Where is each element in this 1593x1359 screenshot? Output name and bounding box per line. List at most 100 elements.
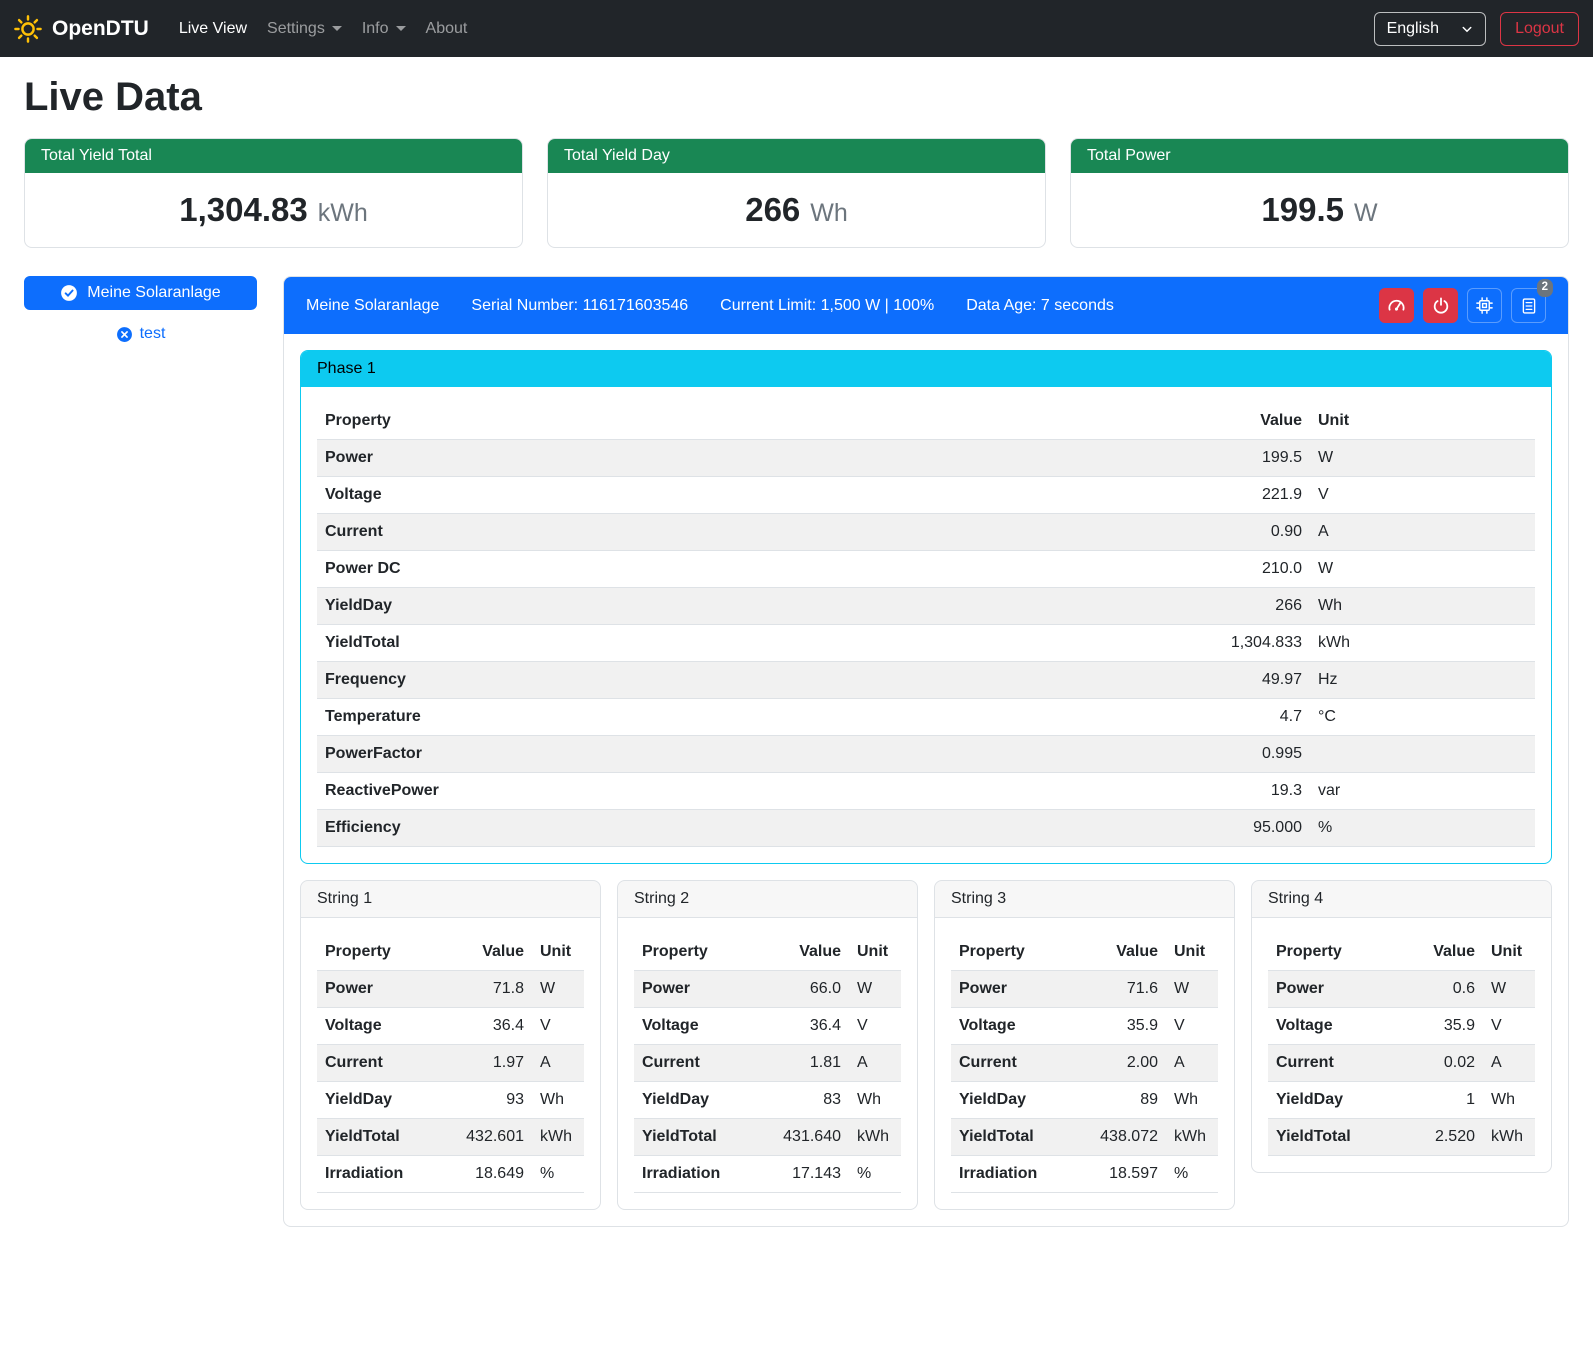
table-row: YieldDay89Wh [951,1082,1218,1119]
property-cell: Power [1268,971,1399,1008]
table-row: Current2.00A [951,1045,1218,1082]
unit-cell: kWh [849,1119,901,1156]
property-cell: Current [317,514,1190,551]
unit-cell: W [1310,551,1535,588]
caret-down-icon [332,26,342,31]
unit-cell: A [1166,1045,1218,1082]
x-circle-icon [116,326,133,343]
nav-about[interactable]: About [416,12,478,46]
navbar-right: English Logout [1374,12,1579,46]
value-cell: 95.000 [1190,810,1310,847]
string-table-wrap: Property Value Unit Power71.8WVoltage36.… [301,918,600,1209]
sidebar-item-test[interactable]: test [108,322,174,346]
table-row: Current0.02A [1268,1045,1535,1082]
property-cell: YieldDay [1268,1082,1399,1119]
nav-settings[interactable]: Settings [257,12,352,46]
table-row: YieldDay83Wh [634,1082,901,1119]
event-log-button[interactable]: 2 [1511,288,1546,323]
property-cell: YieldDay [317,1082,448,1119]
string-table-wrap: Property Value Unit Power71.6WVoltage35.… [935,918,1234,1209]
phase-table-wrap: Property Value Unit Power199.5WVoltage22… [301,387,1551,863]
table-row: Power71.6W [951,971,1218,1008]
value-cell: 266 [1190,588,1310,625]
table-row: Current1.97A [317,1045,584,1082]
phase-table-body: Power199.5WVoltage221.9VCurrent0.90APowe… [317,440,1535,847]
caret-down-icon [1461,23,1473,35]
summary-card-title: Total Yield Day [548,139,1045,173]
table-row: YieldTotal432.601kWh [317,1119,584,1156]
string-card-4: String 4 Property Value Unit [1251,880,1552,1173]
value-cell: 1.97 [448,1045,532,1082]
brand-link[interactable]: OpenDTU [14,15,149,43]
value-cell: 17.143 [765,1156,849,1193]
table-header-row: Property Value Unit [317,934,584,971]
power-button[interactable] [1423,288,1458,323]
unit-column-header: Unit [849,934,901,971]
unit-cell: kWh [1166,1119,1218,1156]
value-column-header: Value [765,934,849,971]
unit-column-header: Unit [1310,403,1535,440]
value-cell: 71.8 [448,971,532,1008]
inverter-panel-header: Meine Solaranlage Serial Number: 1161716… [284,277,1568,334]
property-column-header: Property [1268,934,1399,971]
property-cell: Voltage [1268,1008,1399,1045]
unit-cell: A [532,1045,584,1082]
nav-info[interactable]: Info [352,12,416,46]
sidebar-item-meine-solaranlage[interactable]: Meine Solaranlage [24,276,257,310]
summary-card-unit: kWh [318,199,368,227]
unit-cell: V [1166,1008,1218,1045]
events-count-badge: 2 [1537,279,1553,297]
device-info-button[interactable] [1467,288,1502,323]
value-cell: 19.3 [1190,773,1310,810]
value-cell: 1,304.833 [1190,625,1310,662]
property-cell: Frequency [317,662,1190,699]
value-cell: 4.7 [1190,699,1310,736]
unit-cell: Wh [1166,1082,1218,1119]
table-row: Irradiation17.143% [634,1156,901,1193]
value-cell: 432.601 [448,1119,532,1156]
string-table-body: Power66.0WVoltage36.4VCurrent1.81AYieldD… [634,971,901,1193]
table-row: Power71.8W [317,971,584,1008]
check-circle-icon [60,284,78,302]
sun-icon [14,15,42,43]
unit-cell: var [1310,773,1535,810]
limit-settings-button[interactable] [1379,288,1414,323]
property-cell: YieldDay [317,588,1190,625]
table-row: Current1.81A [634,1045,901,1082]
unit-cell: W [532,971,584,1008]
table-row: Voltage35.9V [951,1008,1218,1045]
caret-down-icon [396,26,406,31]
value-cell: 35.9 [1082,1008,1166,1045]
property-cell: Current [634,1045,765,1082]
table-row: Voltage36.4V [634,1008,901,1045]
property-cell: Irradiation [634,1156,765,1193]
property-cell: Power [317,971,448,1008]
value-cell: 93 [448,1082,532,1119]
string-table: Property Value Unit Power71.8WVoltage36.… [317,934,584,1193]
summary-card-value: 199.5 [1261,191,1344,228]
unit-cell: W [1483,971,1535,1008]
logout-button[interactable]: Logout [1500,12,1579,46]
summary-card-yield-day: Total Yield Day 266Wh [547,138,1046,248]
table-row: Irradiation18.649% [317,1156,584,1193]
table-row: Efficiency95.000% [317,810,1535,847]
phase-title: Phase 1 [301,351,1551,387]
unit-cell: % [849,1156,901,1193]
inverter-name: Meine Solaranlage [306,297,439,315]
string-table-body: Power0.6WVoltage35.9VCurrent0.02AYieldDa… [1268,971,1535,1156]
nav-live-view[interactable]: Live View [169,12,257,46]
table-row: YieldDay266Wh [317,588,1535,625]
property-cell: YieldTotal [951,1119,1082,1156]
value-cell: 438.072 [1082,1119,1166,1156]
phase-card: Phase 1 Property Value Unit Power199.5WV… [300,350,1552,864]
table-header-row: Property Value Unit [951,934,1218,971]
unit-cell: % [1310,810,1535,847]
content-row: Meine Solaranlage test Meine Solaranlage… [24,276,1569,1257]
language-select[interactable]: English [1374,12,1486,46]
string-table: Property Value Unit Power71.6WVoltage35.… [951,934,1218,1193]
unit-column-header: Unit [1166,934,1218,971]
inverter-list: Meine Solaranlage test [24,276,257,346]
value-cell: 1.81 [765,1045,849,1082]
unit-cell: Wh [1483,1082,1535,1119]
summary-cards-row: Total Yield Total 1,304.83kWh Total Yiel… [24,138,1569,248]
